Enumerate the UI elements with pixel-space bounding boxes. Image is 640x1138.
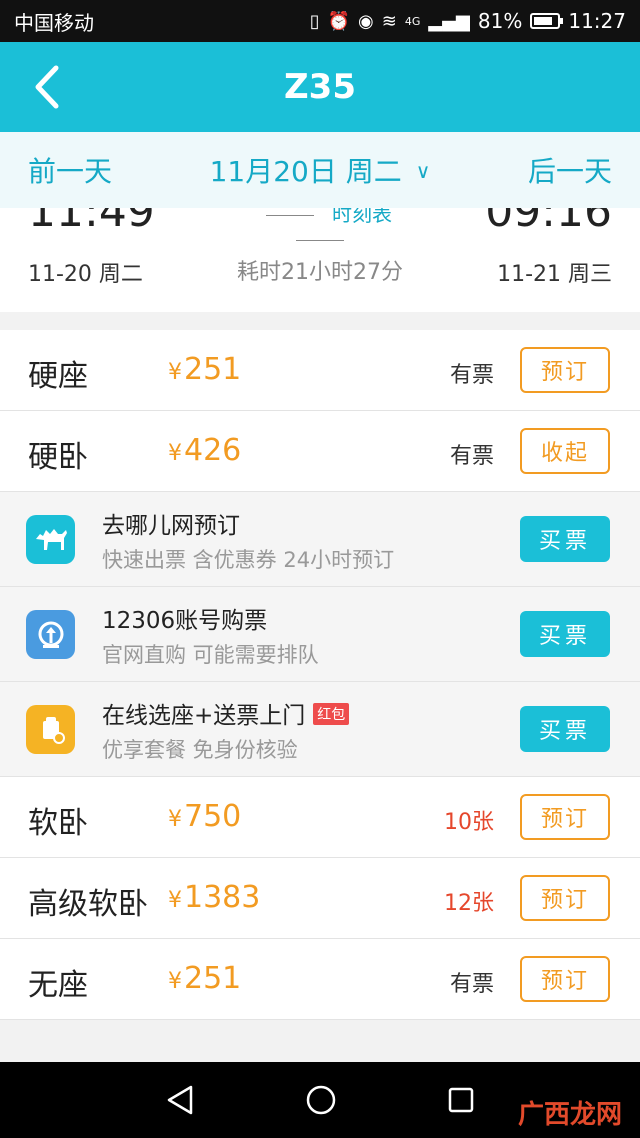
battery-icon	[530, 13, 564, 29]
option-subtitle: 快速出票 含优惠券 24小时预订	[102, 548, 395, 572]
timetable-label: 时刻表	[332, 208, 392, 226]
wifi-icon: ≋	[381, 10, 397, 32]
seat-row: 软卧 ¥750 10张 预订	[0, 777, 640, 858]
seat-row: 硬卧 ¥426 有票 收起	[0, 411, 640, 492]
back-arrow-icon	[35, 65, 59, 109]
next-day-button[interactable]: 后一天	[528, 150, 612, 190]
seat-price: ¥251	[168, 961, 241, 996]
currency-symbol: ¥	[168, 888, 182, 913]
availability: 有票	[449, 444, 494, 469]
seat-class: 高级软卧	[28, 887, 148, 922]
availability: 12张	[444, 891, 494, 916]
date-selector[interactable]: 11月20日 周二 ∨	[210, 155, 431, 188]
seat-row: 高级软卧 ¥1383 12张 预订	[0, 858, 640, 939]
price-value: 426	[184, 433, 242, 468]
status-icons: ▯ ⏰ ◉ ≋ 4G ▂▄▆ 81% 11:27	[310, 9, 626, 33]
battery-percent: 81%	[477, 9, 523, 33]
availability: 10张	[444, 810, 494, 835]
book-button[interactable]: 预订	[520, 956, 610, 1002]
booking-option: 去哪儿网预订 快速出票 含优惠券 24小时预订 买票	[0, 492, 640, 587]
divider	[266, 215, 314, 216]
seat-price: ¥251	[168, 352, 241, 387]
option-title: 12306账号购票	[102, 608, 268, 634]
book-button[interactable]: 预订	[520, 347, 610, 393]
journey-card: 11:49 时刻表 09:16 11-20 周二 耗时21小时27分 11-21…	[0, 208, 640, 312]
option-title: 在线选座+送票上门 红包	[102, 696, 350, 730]
seat-class: 无座	[28, 968, 88, 1003]
price-value: 750	[184, 799, 242, 834]
buy-ticket-button[interactable]: 买票	[520, 706, 610, 752]
seat-class: 软卧	[28, 806, 88, 841]
status-bar: 中国移动 ▯ ⏰ ◉ ≋ 4G ▂▄▆ 81% 11:27	[0, 0, 640, 42]
option-subtitle: 官网直购 可能需要排队	[102, 643, 319, 667]
seat-class: 硬座	[28, 359, 88, 394]
clock: 11:27	[568, 9, 626, 33]
vibrate-icon: ▯	[309, 10, 320, 32]
availability: 有票	[449, 972, 494, 997]
option-title: 去哪儿网预订	[102, 513, 240, 539]
buy-ticket-button[interactable]: 买票	[520, 516, 610, 562]
currency-symbol: ¥	[168, 807, 182, 832]
buy-ticket-button[interactable]: 买票	[520, 611, 610, 657]
recents-square-icon[interactable]	[447, 1086, 475, 1114]
option-title-text: 在线选座+送票上门	[102, 703, 306, 729]
back-triangle-icon[interactable]	[165, 1084, 195, 1116]
camel-icon	[26, 515, 75, 564]
home-circle-icon[interactable]	[305, 1084, 337, 1116]
chevron-down-icon: ∨	[415, 159, 431, 183]
seat-price: ¥1383	[168, 880, 260, 915]
carrier-name: 中国移动	[14, 10, 94, 35]
timetable-link[interactable]: 时刻表	[220, 208, 420, 251]
watermark-logo: 广西龙网	[517, 1100, 622, 1130]
selected-date: 11月20日 周二	[209, 155, 402, 188]
previous-day-button[interactable]: 前一天	[28, 150, 112, 190]
price-value: 251	[184, 961, 242, 996]
railway-logo-icon	[26, 610, 75, 659]
app-bar: Z35	[0, 42, 640, 132]
divider	[296, 240, 344, 241]
signal-icon: ▂▄▆	[428, 10, 470, 32]
seat-class: 硬卧	[28, 440, 88, 475]
date-navigation: 前一天 11月20日 周二 ∨ 后一天	[0, 132, 640, 208]
book-button[interactable]: 预订	[520, 794, 610, 840]
booking-option: 12306账号购票 官网直购 可能需要排队 买票	[0, 587, 640, 682]
currency-symbol: ¥	[168, 441, 182, 466]
booking-option: 在线选座+送票上门 红包 优享套餐 免身份核验 买票	[0, 682, 640, 777]
network-type: 4G	[404, 14, 421, 28]
seat-row: 无座 ¥251 有票 预订	[0, 939, 640, 1020]
book-button[interactable]: 预订	[520, 875, 610, 921]
arrival-date: 11-21 周三	[497, 262, 612, 287]
back-button[interactable]	[30, 64, 70, 110]
seat-row: 硬座 ¥251 有票 预订	[0, 330, 640, 411]
currency-symbol: ¥	[168, 360, 182, 385]
eye-icon: ◉	[358, 10, 374, 32]
departure-time: 11:49	[28, 208, 155, 237]
arrival-time: 09:16	[485, 208, 612, 237]
collapse-button[interactable]: 收起	[520, 428, 610, 474]
delivery-icon	[26, 705, 75, 754]
train-number-title: Z35	[284, 67, 356, 107]
seat-price: ¥750	[168, 799, 241, 834]
price-value: 251	[184, 352, 242, 387]
red-packet-badge: 红包	[313, 703, 350, 725]
option-subtitle: 优享套餐 免身份核验	[102, 738, 298, 762]
currency-symbol: ¥	[168, 969, 182, 994]
seat-list: 硬座 ¥251 有票 预订 硬卧 ¥426 有票 收起 去哪儿网预订 快速出票 …	[0, 330, 640, 1020]
alarm-icon: ⏰	[327, 10, 351, 32]
availability: 有票	[449, 363, 494, 388]
seat-price: ¥426	[168, 433, 241, 468]
price-value: 1383	[184, 880, 261, 915]
